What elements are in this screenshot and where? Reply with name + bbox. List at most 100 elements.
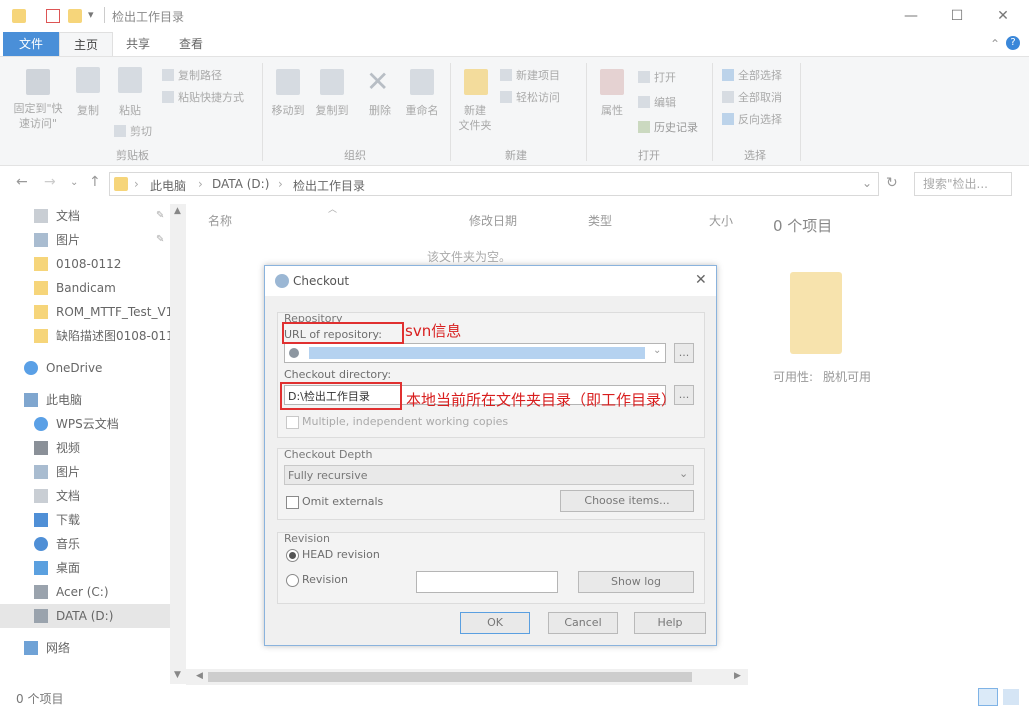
close-button[interactable]: ✕ [980,0,1026,32]
sidebar-item[interactable]: OneDrive [0,356,170,380]
select-none-button[interactable]: 全部取消 [722,89,782,105]
sidebar-item[interactable]: 文档 ✎ [0,204,170,228]
sidebar-item[interactable]: Acer (C:) [0,580,170,604]
paste-shortcut-button[interactable]: 粘贴快捷方式 [162,89,244,105]
sidebar-item[interactable]: WPS云文档 [0,412,170,436]
dir-browse-button[interactable]: ... [674,385,694,405]
pin-quick-access-button[interactable]: 固定到"快 速访问" [4,101,72,131]
easy-access-button[interactable]: 轻松访问 [500,89,560,105]
recent-chevron-down-icon[interactable]: ⌄ [70,177,78,188]
new-folder-button[interactable]: 新建 文件夹 [452,103,498,133]
sidebar-item[interactable]: 图片 [0,460,170,484]
maximize-button[interactable]: ☐ [934,0,980,32]
tab-view[interactable]: 查看 [165,32,217,56]
sidebar-item[interactable]: 缺陷描述图0108-011 [0,324,170,348]
sidebar-item[interactable]: 网络 [0,636,170,660]
scroll-up-icon[interactable]: ▲ [174,206,181,216]
properties-button[interactable]: 属性 [592,103,632,118]
scroll-thumb[interactable] [208,672,692,682]
url-field[interactable]: ⌄ [284,343,666,363]
select-all-button[interactable]: 全部选择 [722,67,782,83]
move-to-button[interactable]: 移动到 [266,103,310,118]
details-view-icon[interactable] [978,688,998,706]
new-folder-icon[interactable] [68,9,82,23]
tab-share[interactable]: 共享 [113,32,163,56]
new-item-button[interactable]: 新建项目 [500,67,560,83]
cancel-button[interactable]: Cancel [548,612,618,634]
tortoise-svn-icon [275,274,289,288]
sidebar-item[interactable]: 下载 [0,508,170,532]
help-icon[interactable]: ? [1006,36,1020,50]
help-button[interactable]: Help [634,612,706,634]
checkout-depth-select[interactable]: Fully recursive ⌄ [284,465,694,485]
multiple-copies-checkbox[interactable] [286,416,299,429]
rename-button[interactable]: 重命名 [400,103,444,118]
dialog-title: Checkout [293,274,350,288]
ribbon-expand-icon[interactable]: ⌃ [990,37,1000,51]
scroll-down-icon[interactable]: ▼ [174,670,181,680]
scroll-left-icon[interactable]: ◀ [196,671,203,681]
tab-home[interactable]: 主页 [59,32,113,56]
omit-externals-checkbox[interactable] [286,496,299,509]
minimize-button[interactable]: — [888,0,934,32]
pin-icon[interactable]: ✎ [156,204,164,228]
group-separator [712,63,713,161]
column-header-size[interactable]: 大小 [709,212,733,229]
paste-button[interactable]: 粘贴 [110,103,150,118]
address-bar[interactable]: › 此电脑 › DATA (D:) › 检出工作目录 ⌄ [109,172,879,196]
folder-icon [34,305,48,319]
sidebar-item[interactable]: Bandicam [0,276,170,300]
sidebar-item[interactable]: 此电脑 [0,388,170,412]
cut-button[interactable]: 剪切 [114,123,152,139]
properties-check-icon[interactable] [46,9,60,23]
url-dropdown-icon[interactable]: ⌄ [653,345,661,356]
column-header-type[interactable]: 类型 [588,212,612,229]
ok-button[interactable]: OK [460,612,530,634]
up-arrow-icon[interactable]: ↑ [89,174,101,190]
large-icons-view-icon[interactable] [1003,689,1019,705]
edit-button[interactable]: 编辑 [638,94,676,110]
column-header-name[interactable]: 名称 [208,212,232,229]
tab-file[interactable]: 文件 [3,32,59,56]
music-icon [34,537,48,551]
invert-selection-button[interactable]: 反向选择 [722,111,782,127]
revision-radio[interactable] [286,574,299,587]
forward-arrow-icon[interactable]: → [44,174,56,190]
scroll-right-icon[interactable]: ▶ [734,671,741,681]
sidebar-item[interactable]: 视频 [0,436,170,460]
sidebar-item[interactable]: 音乐 [0,532,170,556]
breadcrumb-this-pc[interactable]: 此电脑 [150,177,186,194]
sidebar-item[interactable]: DATA (D:) [0,604,170,628]
sidebar-item[interactable]: 文档 [0,484,170,508]
show-log-button[interactable]: Show log [578,571,694,593]
breadcrumb-checkout-folder[interactable]: 检出工作目录 [293,177,365,194]
qat-dropdown-icon[interactable]: ▾ [88,8,94,21]
column-header-date[interactable]: 修改日期 [469,212,517,229]
history-button[interactable]: 历史记录 [638,119,698,135]
revision-input[interactable] [416,571,558,593]
head-revision-radio[interactable] [286,549,299,562]
copy-to-button[interactable]: 复制到 [310,103,354,118]
pin-icon[interactable]: ✎ [156,228,164,252]
copy-path-button[interactable]: 复制路径 [162,67,222,83]
checkout-depth-value: Fully recursive [288,469,368,482]
sidebar-scrollbar[interactable]: ▲ ▼ [170,204,186,684]
dir-annotation-text: 本地当前所在文件夹目录（即工作目录） [406,391,677,409]
refresh-icon[interactable]: ↻ [886,175,898,191]
url-browse-button[interactable]: ... [674,343,694,363]
sidebar-item[interactable]: ROM_MTTF_Test_V1 [0,300,170,324]
delete-button[interactable]: 删除 [360,103,400,118]
sidebar-item[interactable]: 图片 ✎ [0,228,170,252]
sidebar-item-label: 0108-0112 [56,257,122,271]
breadcrumb-data-drive[interactable]: DATA (D:) [212,177,269,191]
dialog-close-button[interactable]: ✕ [695,272,707,288]
address-dropdown-icon[interactable]: ⌄ [862,176,872,190]
search-input[interactable]: 搜索"检出... [914,172,1012,196]
back-arrow-icon[interactable]: ← [16,174,28,190]
horizontal-scrollbar[interactable]: ◀ ▶ [186,669,748,685]
copy-button[interactable]: 复制 [68,103,108,118]
open-button[interactable]: 打开 [638,69,676,85]
choose-items-button[interactable]: Choose items... [560,490,694,512]
sidebar-item[interactable]: 0108-0112 [0,252,170,276]
sidebar-item[interactable]: 桌面 [0,556,170,580]
